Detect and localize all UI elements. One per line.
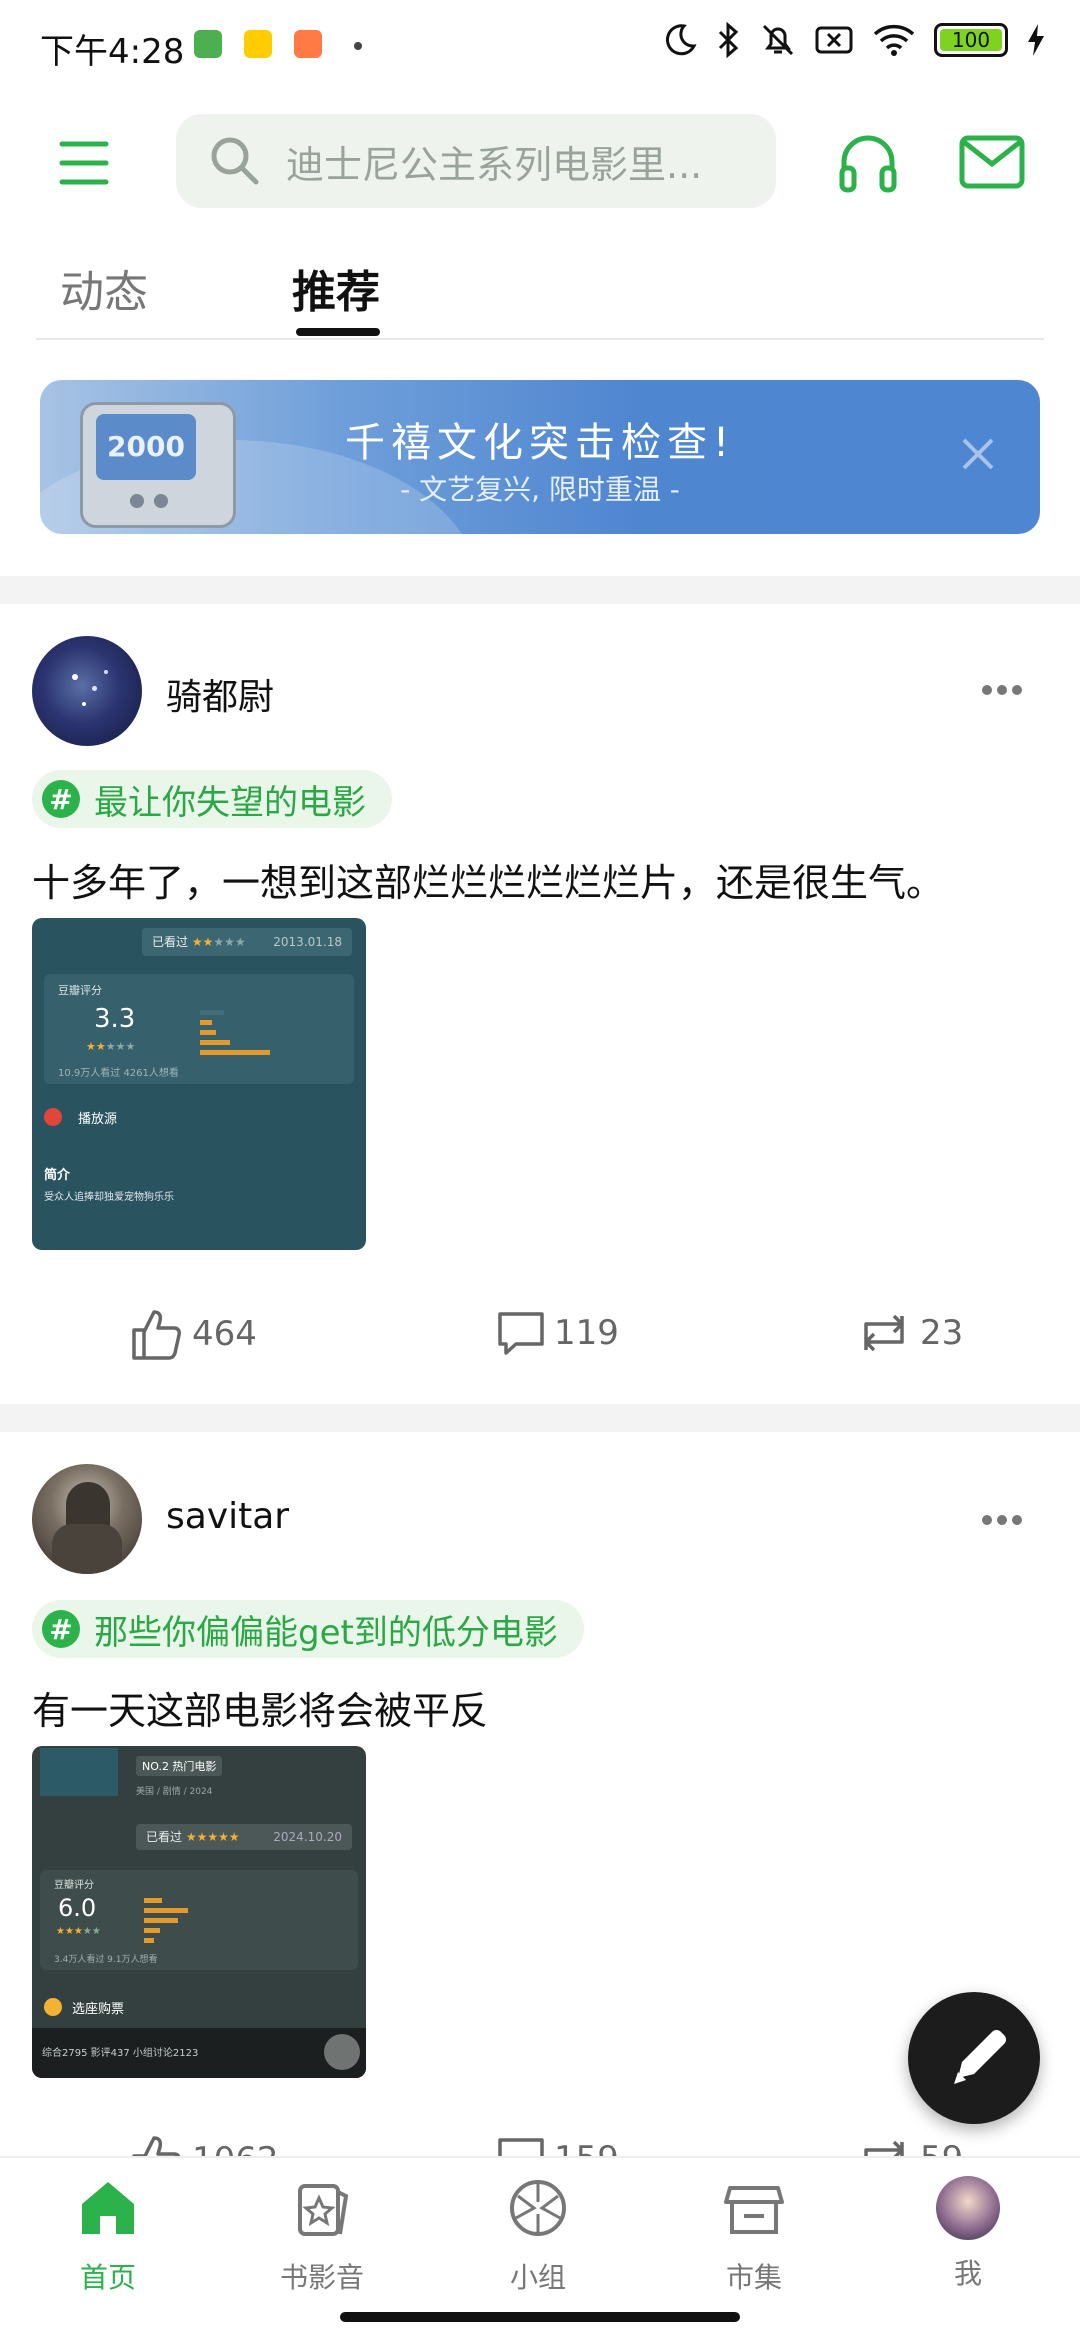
post-avatar[interactable] (32, 636, 142, 746)
group-icon (510, 2180, 566, 2236)
search-placeholder: 迪士尼公主系列电影里... (286, 142, 703, 187)
thumb-intro-text: 受众人追捧却独爱宠物狗乐乐 (44, 1192, 174, 1203)
search-bar[interactable]: 迪士尼公主系列电影里... (176, 114, 776, 208)
hashtag-icon: # (42, 780, 80, 818)
banner-close-button[interactable] (958, 434, 998, 474)
wechat-notification-icon (194, 30, 222, 58)
meituan-notification-icon (244, 30, 272, 58)
more-dots-icon (982, 1515, 1022, 1525)
like-count: 464 (192, 1314, 257, 1354)
nav-label: 小组 (509, 2261, 566, 2294)
topic-chip[interactable]: # 最让你失望的电影 (32, 770, 392, 828)
more-dots-icon (982, 685, 1022, 695)
pencil-icon (954, 2029, 1007, 2084)
thumb-stats: 3.4万人看过 9.1万人想看 (54, 1955, 158, 1965)
charging-icon (1028, 24, 1044, 56)
nav-home[interactable]: 首页 (38, 2176, 178, 2296)
menu-button[interactable] (58, 138, 118, 188)
post-text[interactable]: 十多年了，一想到这部烂烂烂烂烂烂片，还是很生气。 (32, 852, 944, 907)
post-image[interactable]: NO.2 热门电影 美国 / 剧情 / 2024 已看过 ★★★★★ 2024.… (32, 1746, 366, 2078)
mail-icon (959, 135, 1025, 189)
battery-level: 100 (951, 28, 991, 52)
tab-following[interactable]: 动态 (60, 256, 148, 320)
thumb-intro-title: 简介 (44, 1168, 71, 1183)
media-icon (298, 2184, 349, 2236)
thumb-hot-rank: NO.2 热门电影 (136, 1756, 223, 1776)
banner-subtitle: - 文艺复兴, 限时重温 - (400, 473, 680, 506)
more-notifications-dot (354, 42, 362, 50)
tab-active-indicator (296, 328, 380, 336)
thumb-date: 2013.01.18 (273, 935, 342, 949)
topic-chip[interactable]: # 那些你偏偏能get到的低分电影 (32, 1600, 584, 1658)
market-icon (724, 2186, 784, 2234)
nav-market[interactable]: 市集 (684, 2176, 824, 2296)
nav-label: 书影音 (279, 2261, 364, 2294)
audio-button[interactable] (836, 130, 900, 194)
thumb-stats: 10.9万人看过 4261人想看 (58, 1068, 179, 1079)
post-text[interactable]: 有一天这部电影将会被平反 (32, 1680, 488, 1735)
profile-avatar (936, 2176, 1000, 2240)
thumb-watched: 已看过 (146, 1830, 183, 1844)
nav-profile[interactable]: 我 (898, 2176, 1038, 2292)
post-image[interactable]: 已看过 ★★★★★ 2013.01.18 豆瓣评分 3.3 ★★★★★ 10.9… (32, 918, 366, 1250)
tab-recommended[interactable]: 推荐 (292, 256, 380, 320)
battery-icon: 100 (934, 23, 1008, 57)
post-author[interactable]: 骑都尉 (166, 668, 274, 720)
thumb-play-source: 播放源 (78, 1112, 118, 1127)
post-avatar[interactable] (32, 1464, 142, 1574)
wifi-icon (873, 24, 915, 56)
thumb-tickets: 选座购票 (72, 2002, 125, 2017)
nav-groups[interactable]: 小组 (468, 2176, 608, 2296)
home-indicator (340, 2312, 740, 2322)
thumb-rating-label: 豆瓣评分 (58, 984, 102, 997)
headphones-icon (839, 135, 897, 193)
messages-button[interactable] (958, 134, 1026, 190)
post-author[interactable]: savitar (166, 1496, 289, 1537)
banner-title: 千禧文化突击检查! (344, 420, 736, 466)
comment-button[interactable]: 119 (494, 1306, 619, 1360)
mute-bell-icon (762, 24, 794, 56)
thumb-date: 2024.10.20 (273, 1830, 342, 1844)
thumb-footer: 综合2795 影评437 小组讨论2123 (42, 2048, 199, 2059)
like-button[interactable]: 464 (130, 1306, 257, 1362)
no-sim-icon (815, 26, 853, 54)
feed-tabs: 动态 推荐 (36, 236, 1044, 340)
thumb-watched: 已看过 (152, 935, 189, 949)
post-more-button[interactable] (980, 1512, 1024, 1526)
thumb-rating-label: 豆瓣评分 (54, 1880, 94, 1891)
post-more-button[interactable] (980, 682, 1024, 696)
dnd-moon-icon (665, 24, 697, 56)
search-icon (211, 137, 259, 185)
compose-button[interactable] (908, 1992, 1040, 2124)
section-divider (0, 576, 1080, 604)
repost-icon (864, 1314, 904, 1352)
promo-banner[interactable]: 2000 千禧文化突击检查! - 文艺复兴, 限时重温 - (40, 380, 1040, 534)
comment-count: 119 (554, 1313, 619, 1353)
app-notification-icon (294, 30, 322, 58)
menu-icon (59, 141, 109, 185)
thumbs-up-icon (132, 1310, 181, 1360)
status-time: 下午4:28 (40, 32, 185, 72)
nav-label: 市集 (725, 2261, 782, 2294)
nav-label: 首页 (79, 2261, 136, 2294)
bluetooth-icon (718, 22, 739, 58)
topic-label: 最让你失望的电影 (94, 782, 366, 823)
thumb-rating: 6.0 (58, 1894, 97, 1922)
nav-media[interactable]: 书影音 (252, 2176, 392, 2296)
hashtag-icon: # (42, 1610, 80, 1648)
thumb-rating: 3.3 (94, 1004, 136, 1034)
topic-label: 那些你偏偏能get到的低分电影 (94, 1612, 558, 1653)
repost-button[interactable]: 23 (854, 1306, 963, 1360)
home-icon (82, 2182, 134, 2234)
comment-icon (498, 1312, 544, 1355)
close-icon (962, 438, 994, 470)
status-icons: 100 (662, 22, 1046, 58)
repost-count: 23 (920, 1313, 964, 1353)
nav-label: 我 (953, 2257, 982, 2290)
section-divider (0, 1404, 1080, 1432)
status-bar: 下午4:28 100 (0, 0, 1080, 96)
